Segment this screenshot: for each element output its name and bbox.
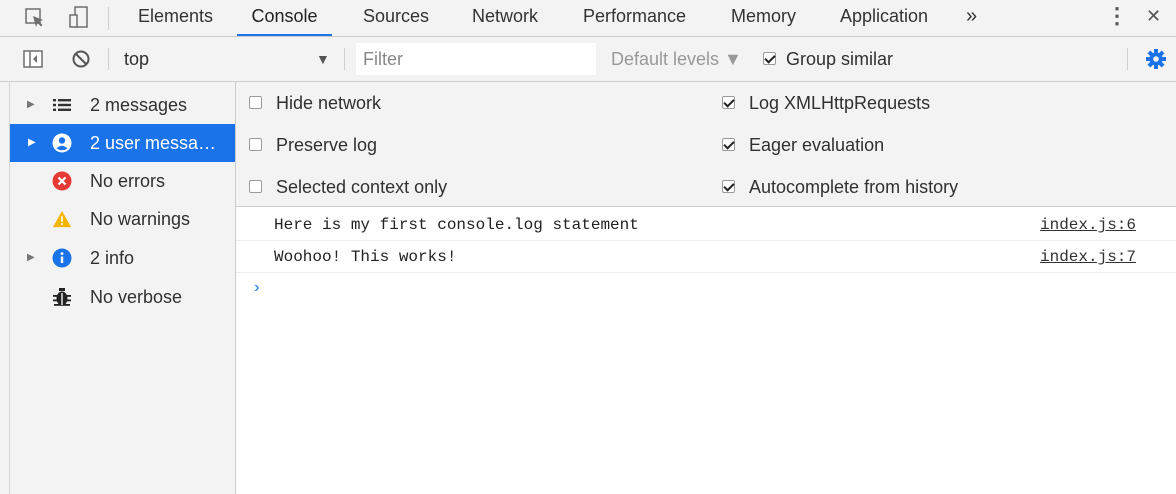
sidebar-item-warnings[interactable]: No warnings: [10, 200, 235, 238]
expand-arrow-icon[interactable]: ▶: [28, 124, 36, 162]
clear-console-icon[interactable]: [68, 46, 94, 72]
console-sidebar: ▶ 2 messages ▶ 2 user messa… No errors N…: [0, 82, 236, 494]
sidebar-item-verbose[interactable]: No verbose: [10, 278, 235, 316]
message-text: Woohoo! This works!: [274, 248, 457, 266]
message-source-link[interactable]: index.js:6: [1040, 216, 1136, 234]
divider: [1127, 48, 1128, 70]
autocomplete-history-label: Autocomplete from history: [749, 177, 959, 197]
log-xhr-option[interactable]: Log XMLHttpRequests: [722, 92, 930, 114]
hide-network-checkbox[interactable]: [249, 95, 262, 109]
close-devtools-button[interactable]: ✕: [1146, 0, 1161, 36]
sidebar-item-user-messages[interactable]: ▶ 2 user messa…: [10, 124, 235, 162]
sidebar-toggle-icon[interactable]: [20, 46, 46, 72]
chevron-down-icon[interactable]: ▼: [316, 46, 330, 72]
eager-evaluation-checkbox[interactable]: [722, 137, 735, 151]
sidebar-item-info[interactable]: ▶ 2 info: [10, 239, 235, 277]
info-icon: [52, 248, 72, 268]
warning-icon: [52, 209, 72, 229]
divider: [108, 7, 109, 30]
preserve-log-label: Preserve log: [276, 135, 378, 155]
sidebar-item-label: No warnings: [90, 209, 191, 229]
group-similar-checkbox[interactable]: [763, 51, 776, 65]
bug-icon: [52, 287, 72, 307]
sidebar-item-messages[interactable]: ▶ 2 messages: [10, 86, 235, 124]
divider: [108, 48, 109, 70]
log-levels-dropdown[interactable]: Default levels ▼: [611, 47, 742, 71]
message-source-link[interactable]: index.js:7: [1040, 248, 1136, 266]
hide-network-label: Hide network: [276, 93, 382, 113]
sidebar-item-label: No errors: [90, 171, 166, 191]
tab-performance[interactable]: Performance: [583, 0, 686, 36]
sidebar-item-errors[interactable]: No errors: [10, 162, 235, 200]
sidebar-item-label: 2 info: [90, 248, 135, 268]
console-message: Woohoo! This works! index.js:7: [236, 241, 1176, 273]
selected-context-label: Selected context only: [276, 177, 448, 197]
eager-evaluation-label: Eager evaluation: [749, 135, 885, 155]
console-prompt[interactable]: ›: [252, 279, 262, 297]
tab-elements[interactable]: Elements: [138, 0, 213, 36]
sidebar-item-label: 2 messages: [90, 95, 188, 115]
kebab-menu-button[interactable]: ⋮: [1106, 0, 1128, 36]
console-message: Here is my first console.log statement i…: [236, 209, 1176, 241]
selected-context-option[interactable]: Selected context only: [249, 176, 447, 198]
sidebar-item-label: No verbose: [90, 287, 183, 307]
gear-icon[interactable]: [1143, 46, 1169, 72]
inspect-element-icon[interactable]: [22, 5, 48, 31]
tab-sources[interactable]: Sources: [363, 0, 429, 36]
filter-input[interactable]: [356, 43, 596, 75]
group-similar-toggle[interactable]: Group similar: [763, 48, 893, 70]
message-text: Here is my first console.log statement: [274, 216, 639, 234]
log-xhr-checkbox[interactable]: [722, 95, 735, 109]
sidebar-item-label: 2 user messa…: [90, 133, 217, 153]
tab-memory[interactable]: Memory: [731, 0, 796, 36]
autocomplete-history-checkbox[interactable]: [722, 179, 735, 193]
hide-network-option[interactable]: Hide network: [249, 92, 381, 114]
tab-application[interactable]: Application: [840, 0, 928, 36]
device-toolbar-icon[interactable]: [66, 5, 92, 31]
selected-context-checkbox[interactable]: [249, 179, 262, 193]
console-settings-panel: Hide network Preserve log Selected conte…: [236, 82, 1176, 207]
console-toolbar: top ▼ Default levels ▼ Group similar: [0, 37, 1176, 82]
expand-arrow-icon[interactable]: ▶: [27, 239, 35, 277]
log-xhr-label: Log XMLHttpRequests: [749, 93, 931, 113]
list-icon: [52, 95, 72, 115]
left-edge-border: [0, 82, 10, 494]
preserve-log-option[interactable]: Preserve log: [249, 134, 377, 156]
autocomplete-history-option[interactable]: Autocomplete from history: [722, 176, 958, 198]
tab-network[interactable]: Network: [472, 0, 538, 36]
group-similar-label: Group similar: [786, 49, 894, 69]
expand-arrow-icon[interactable]: ▶: [27, 86, 35, 124]
console-messages: Here is my first console.log statement i…: [236, 207, 1176, 494]
devtools-tab-bar: Elements Console Sources Network Perform…: [0, 0, 1176, 37]
preserve-log-checkbox[interactable]: [249, 137, 262, 151]
eager-evaluation-option[interactable]: Eager evaluation: [722, 134, 884, 156]
user-icon: [52, 133, 72, 153]
error-icon: [52, 171, 72, 191]
context-selector[interactable]: top: [124, 46, 334, 72]
divider: [344, 48, 345, 70]
tab-console[interactable]: Console: [237, 0, 332, 36]
more-tabs-button[interactable]: »: [966, 0, 977, 36]
